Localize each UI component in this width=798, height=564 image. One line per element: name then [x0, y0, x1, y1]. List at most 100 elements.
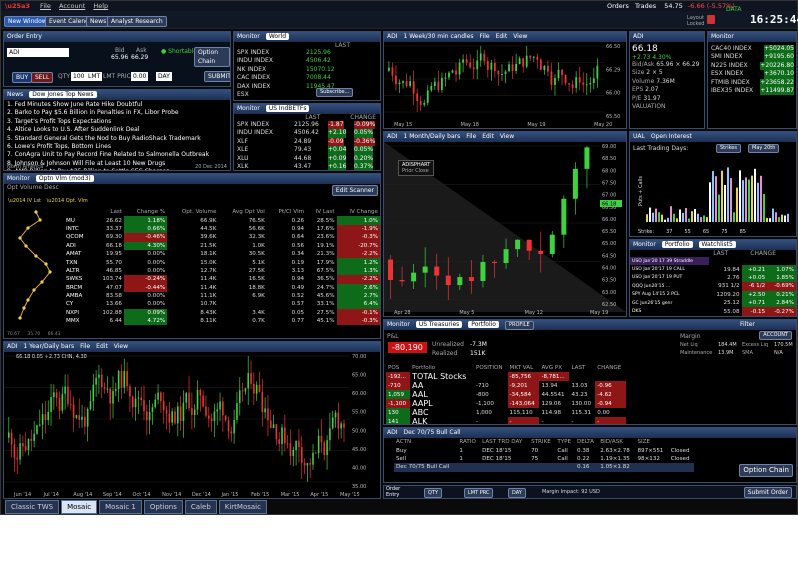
submit-button[interactable]: SUBMIT: [204, 71, 230, 82]
chart2-file[interactable]: File: [466, 133, 476, 140]
oi-date-select[interactable]: May 20th: [748, 144, 780, 153]
pw-row[interactable]: ADI Dec18'15 75 Calls: [630, 315, 796, 316]
chart3-file[interactable]: File: [80, 343, 90, 350]
monitor-right-row[interactable]: N225 INDEX +20226.80: [708, 61, 796, 71]
portfolio-header-cell[interactable]: MKT VAL: [508, 364, 540, 372]
order-type-select[interactable]: LMT: [86, 72, 103, 81]
buy-button[interactable]: BUY: [12, 72, 33, 83]
portfolio-row[interactable]: -1,100 AAPL -1,100 -143,064 129.06 130.00 -0.9…: [386, 399, 626, 409]
ask-value[interactable]: 66.29: [131, 54, 148, 61]
pw-row[interactable]: QQQ Jun20'15 ... 931 1/2 -6 1/2 -0.69%: [630, 282, 796, 291]
portfolio-row[interactable]: -710 AA -710 -9,201 13.94 13.03 -0.96: [386, 381, 626, 391]
option-chain-combo-button[interactable]: Option Chain: [739, 464, 793, 477]
optvol-row[interactable]: BRCM 47.07 -0.44% 11.4K 18.8K 0.49 24.7% 2.6%: [64, 283, 380, 292]
qty-input[interactable]: 100: [71, 72, 87, 81]
news-headline[interactable]: 4. Altice Looks to U.S. After Suddenlink…: [7, 126, 227, 134]
optvol-row[interactable]: CY 13.66 0.00% 10.7K 0.57 33.1% 6.4%: [64, 300, 380, 309]
portfolio-header-cell[interactable]: AVG PX: [539, 364, 569, 372]
news-region[interactable]: North America: [7, 164, 43, 170]
lmt-price-input[interactable]: 0.00: [131, 72, 149, 81]
orderbar-lmt[interactable]: LMT PRC: [464, 488, 494, 498]
layout-tab[interactable]: Caleb: [184, 500, 217, 514]
optvol-row[interactable]: MU 26.62 1.18% 66.9K 76.5K 0.26 28.5% 1.0%: [64, 216, 380, 225]
sell-button[interactable]: SELL: [31, 72, 54, 83]
chart-1week-canvas[interactable]: 66.50 66.29 66.00 65.50 May 15 May 18 May 19 Ma…: [384, 42, 626, 128]
optvol-tab[interactable]: Optn Vlm (mod3): [35, 175, 94, 182]
news-headline[interactable]: 1. Fed Minutes Show June Rate Hike Doubt…: [7, 101, 227, 109]
portfolio-row[interactable]: 141 ALK - - - - -: [386, 417, 626, 424]
chart1-timeframe[interactable]: 1 Week/30 min candles: [404, 33, 474, 40]
portfolio-tab[interactable]: Portfolio: [468, 321, 499, 328]
chart3-view[interactable]: View: [114, 343, 128, 350]
news-headline[interactable]: 5. Standard General Gets the Nod to Buy …: [7, 135, 227, 143]
optvol-header-cell[interactable]: Pt/Cl Vlm: [267, 208, 306, 216]
portfolio-header-cell[interactable]: POS: [386, 364, 410, 372]
strikes-select[interactable]: Strikes: [716, 144, 741, 153]
optvol-row[interactable]: ALTR 46.85 0.00% 12.7K 27.5K 3.13 67.5% 1.3%: [64, 266, 380, 276]
pw-row[interactable]: USO Jan'20'17 19 CALL 19.84 +0.21 1.07%: [630, 265, 796, 274]
portfolio-row[interactable]: 130 ABC 1,000 115,110 114.98 115.31 0.00: [386, 408, 626, 418]
filter-button[interactable]: Filter: [740, 320, 755, 330]
orderbar-day[interactable]: DAY: [508, 488, 526, 498]
us-tab[interactable]: US IndBETFs: [265, 105, 310, 112]
tif-select[interactable]: DAY: [156, 72, 172, 81]
portfolio-header-cell[interactable]: LAST: [569, 364, 595, 372]
news-headline[interactable]: 7. ConAgra Unit to Pay Record Fine Relat…: [7, 151, 227, 159]
subscribe-button[interactable]: Subscribe...: [316, 88, 354, 97]
monitor-right-row[interactable]: CAC40 INDEX +5024.05: [708, 45, 796, 54]
bid-value[interactable]: 65.96: [111, 54, 128, 61]
us-row[interactable]: XLU 44.68 +0.09 0.20%: [234, 154, 380, 163]
layout-tab[interactable]: Options: [143, 500, 183, 514]
pw-row[interactable]: USO Jan'20 17 39 Straddle: [630, 257, 796, 266]
treasuries-tab[interactable]: US Treasuries: [415, 321, 463, 328]
optvol-row[interactable]: AMBA 83.58 0.00% 11.1K 6.9K 0.52 45.6% 2.7%: [64, 291, 380, 301]
lock-icon[interactable]: [707, 15, 715, 24]
trades-button[interactable]: Trades: [635, 2, 656, 10]
monitor-right-row[interactable]: IBEX35 INDEX +11499.87: [708, 86, 796, 96]
valuation-label[interactable]: VALUATION: [632, 103, 702, 111]
optvol-header-cell[interactable]: Change %: [124, 208, 167, 216]
portfolio-header-cell[interactable]: CHANGE: [595, 364, 626, 372]
portfolio-total-row[interactable]: -192... TOTAL Stocks -85,756 -8,781...: [386, 372, 626, 382]
account-button[interactable]: ACCOUNT: [759, 331, 792, 340]
us-row[interactable]: INDU INDEX 4506.42 +2.10 0.05%: [234, 129, 380, 138]
optvol-row[interactable]: ADI 66.18 4.30% 21.5K 1.0K 0.56 19.1% -20.7%: [64, 241, 380, 250]
chart1-view[interactable]: View: [513, 33, 527, 40]
optvol-header-cell[interactable]: IV Change: [337, 208, 380, 216]
orderbar-qty[interactable]: QTY: [424, 488, 443, 498]
symbol-input[interactable]: ADI: [7, 48, 69, 57]
news-headline[interactable]: 3. Target's Profit Tops Expectations: [7, 118, 227, 126]
layout-tab[interactable]: Mosaic 1: [99, 500, 142, 514]
pw-row[interactable]: USO Jan'20'17 19 PUT 2.76 +0.05 1.85%: [630, 273, 796, 283]
chart1-edit[interactable]: Edit: [496, 33, 508, 40]
submit-order-button[interactable]: Submit Order: [743, 487, 792, 498]
world-row[interactable]: NK INDEX 15070.12: [234, 66, 380, 74]
open-interest-chart[interactable]: [644, 156, 794, 224]
chart2-timeframe[interactable]: 1 Month/Daily bars: [404, 133, 461, 140]
optvol-row[interactable]: NXPI 102.88 0.09% 8.43K 3.4K 0.05 27.5% -0.1%: [64, 308, 380, 318]
optvol-header-cell[interactable]: [64, 208, 93, 216]
news-headline[interactable]: 2. Barko to Pay $5.6 Billion in Penaltie…: [7, 109, 227, 117]
world-tab[interactable]: World: [265, 33, 290, 40]
portfolio-header-cell[interactable]: POSITION: [474, 364, 508, 372]
optvol-row[interactable]: MMX 6.44 4.72% 8.11K 0.7K 0.77 45.1% -0.3%: [64, 317, 380, 326]
profile-button[interactable]: PROFILE: [504, 321, 534, 330]
optvol-header-cell[interactable]: IV Last: [306, 208, 336, 216]
optvol-header-cell[interactable]: Last: [93, 208, 124, 216]
news-tab[interactable]: Dow Jones Top News: [29, 91, 97, 98]
us-row[interactable]: XLK 43.47 +0.16 0.37%: [234, 162, 380, 170]
monitor-right-row[interactable]: SMI INDEX +9195.60: [708, 53, 796, 62]
us-row[interactable]: XLE 79.43 +0.04 0.05%: [234, 146, 380, 155]
monitor-right-row[interactable]: ESX INDEX +3670.10: [708, 70, 796, 79]
world-row[interactable]: DAX INDEX 11945.47: [234, 83, 380, 91]
combo-row[interactable]: Dec 70/75 Bull Call 0.16 1.05×1.82: [394, 463, 694, 472]
chart1-file[interactable]: File: [480, 33, 490, 40]
world-row[interactable]: INDU INDEX 4506.42: [234, 57, 380, 65]
monitor-right-row[interactable]: FTMIB INDEX +23658.22: [708, 78, 796, 87]
layout-tab[interactable]: Classic TWS: [5, 500, 60, 514]
pw-row[interactable]: SPY Aug 14'15 2 PCL 1209.20 +2.50 0.21%: [630, 290, 796, 299]
optvol-row[interactable]: QCOM 69.30 -0.46% 39.6K 32.3K 0.64 23.6% -0.3%: [64, 233, 380, 242]
portfolio-row[interactable]: 1,059 AAL -800 -34,584 44.5541 43.23 -4.62: [386, 390, 626, 400]
layout-tab[interactable]: Mosaic: [61, 500, 98, 514]
chart-1year-canvas[interactable]: 70.00 65.00 60.00 55.00 50.00 45.00 40.00 35.00…: [4, 352, 380, 498]
